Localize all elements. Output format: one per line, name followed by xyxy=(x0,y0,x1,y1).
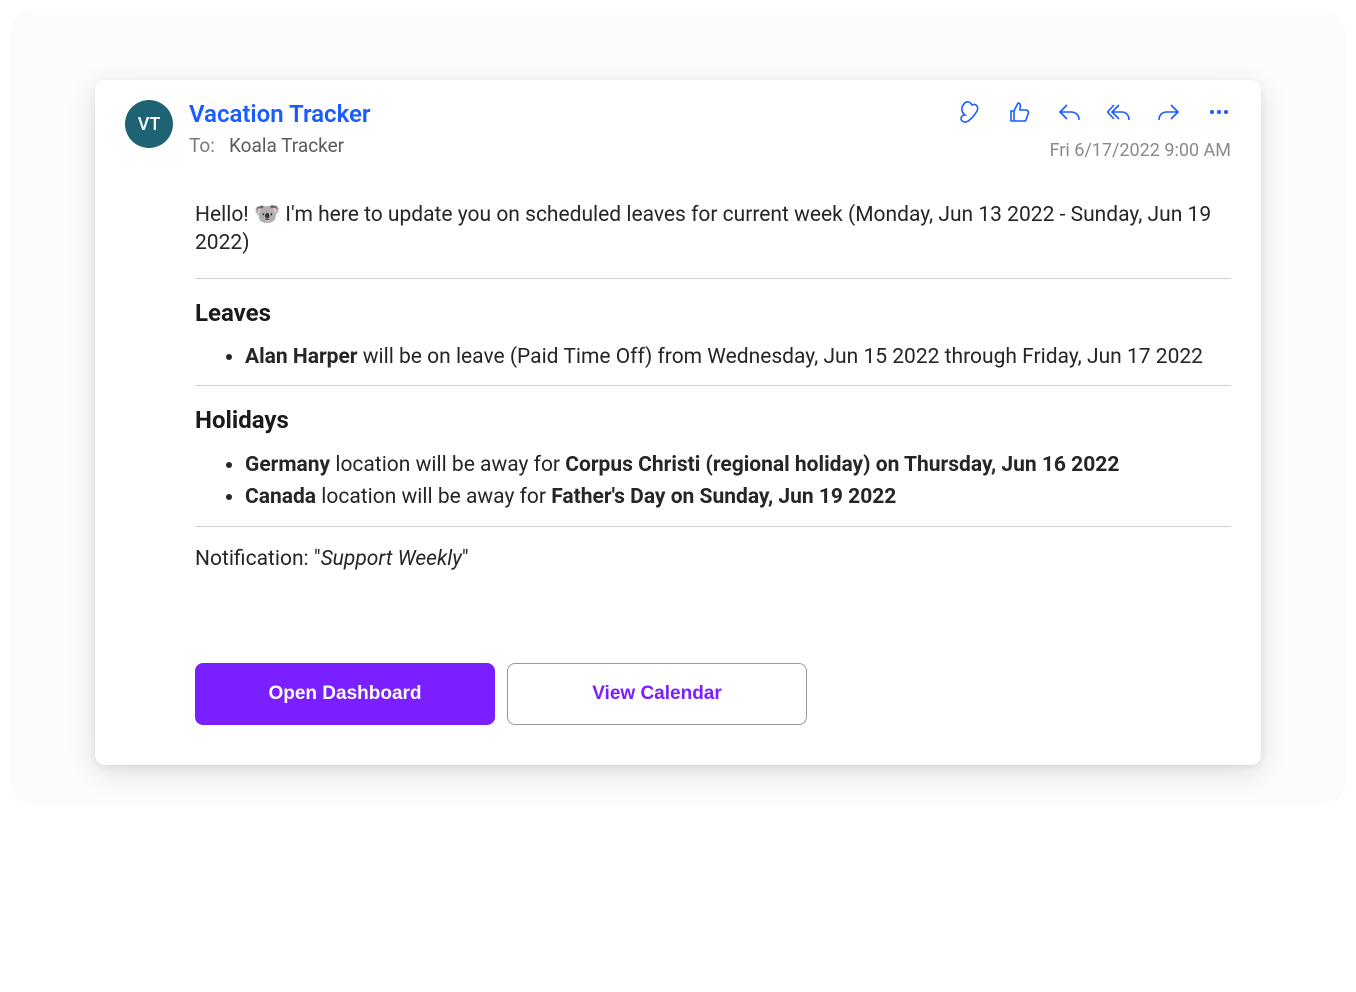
holidays-heading: Holidays xyxy=(195,404,1231,436)
divider xyxy=(195,278,1231,279)
leaves-heading: Leaves xyxy=(195,297,1231,329)
list-item: Alan Harper will be on leave (Paid Time … xyxy=(245,343,1231,371)
greeting-prefix: Hello! xyxy=(195,203,254,227)
email-card: VT Vacation Tracker To: Koala Tracker xyxy=(95,80,1261,765)
header-main: Vacation Tracker To: Koala Tracker xyxy=(189,100,941,157)
leave-detail: will be on leave (Paid Time Off) from We… xyxy=(358,345,1204,369)
notification-label: Notification: " xyxy=(195,547,321,571)
forward-icon[interactable] xyxy=(1157,100,1181,124)
sender-name[interactable]: Vacation Tracker xyxy=(189,100,941,128)
view-calendar-button[interactable]: View Calendar xyxy=(507,663,807,725)
email-header: VT Vacation Tracker To: Koala Tracker xyxy=(125,100,1231,161)
more-options-icon[interactable] xyxy=(1207,100,1231,124)
email-body: Hello! 🐨 I'm here to update you on sched… xyxy=(125,161,1231,725)
holiday-mid: location will be away for xyxy=(316,485,551,509)
holiday-location: Germany xyxy=(245,453,330,477)
divider xyxy=(195,526,1231,527)
react-icon[interactable] xyxy=(957,100,981,124)
list-item: Germany location will be away for Corpus… xyxy=(245,451,1231,479)
holiday-mid: location will be away for xyxy=(330,453,565,477)
notification-line: Notification: "Support Weekly" xyxy=(195,545,1231,573)
list-item: Canada location will be away for Father'… xyxy=(245,483,1231,511)
holidays-list: Germany location will be away for Corpus… xyxy=(195,451,1231,512)
leave-person-name: Alan Harper xyxy=(245,345,358,369)
button-row: Open Dashboard View Calendar xyxy=(195,663,1231,725)
divider xyxy=(195,385,1231,386)
leaves-list: Alan Harper will be on leave (Paid Time … xyxy=(195,343,1231,371)
avatar-initials: VT xyxy=(138,114,161,135)
holiday-event: Corpus Christi (regional holiday) on Thu… xyxy=(565,453,1119,477)
timestamp: Fri 6/17/2022 9:00 AM xyxy=(1050,140,1231,161)
holiday-event: Father's Day on Sunday, Jun 19 2022 xyxy=(551,485,896,509)
to-label: To: xyxy=(189,134,215,157)
header-right: Fri 6/17/2022 9:00 AM xyxy=(957,100,1231,161)
holiday-location: Canada xyxy=(245,485,316,509)
avatar: VT xyxy=(125,100,173,148)
notification-name: Support Weekly xyxy=(321,547,462,571)
to-recipient: Koala Tracker xyxy=(229,134,344,157)
thumbs-up-icon[interactable] xyxy=(1007,100,1031,124)
to-line: To: Koala Tracker xyxy=(189,134,941,157)
action-row xyxy=(957,100,1231,124)
notification-close: " xyxy=(462,547,469,571)
koala-emoji-icon: 🐨 xyxy=(254,203,280,227)
reply-icon[interactable] xyxy=(1057,100,1081,124)
greeting-text: Hello! 🐨 I'm here to update you on sched… xyxy=(195,201,1231,258)
open-dashboard-button[interactable]: Open Dashboard xyxy=(195,663,495,725)
reply-all-icon[interactable] xyxy=(1107,100,1131,124)
outer-container: VT Vacation Tracker To: Koala Tracker xyxy=(10,10,1346,805)
greeting-body: I'm here to update you on scheduled leav… xyxy=(195,203,1211,255)
